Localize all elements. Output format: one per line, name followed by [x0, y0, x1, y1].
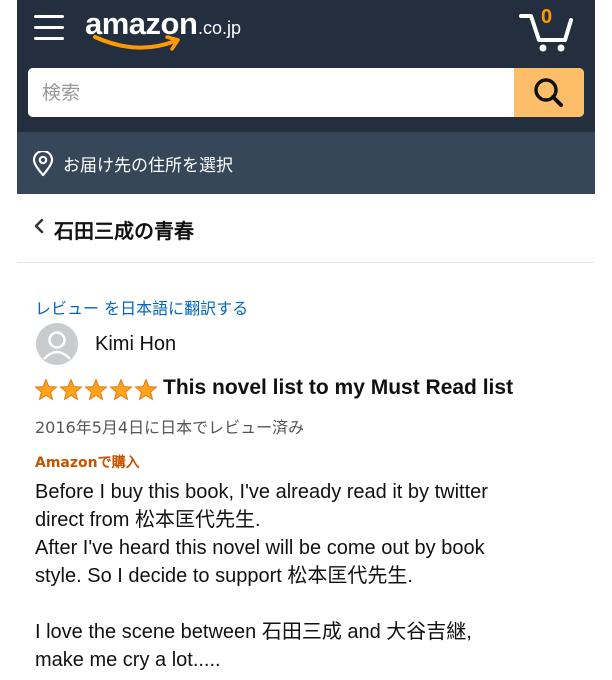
search-icon — [534, 78, 563, 107]
product-title: 石田三成の青春 — [54, 219, 194, 243]
menu-button[interactable] — [34, 13, 66, 43]
user-silhouette-icon — [43, 331, 71, 360]
search-button[interactable] — [514, 68, 584, 117]
review-body-line: style. So I decide to support 松本匡代先生. — [35, 565, 413, 587]
review-body: Before I buy this book, I've already rea… — [35, 478, 591, 674]
menu-icon-bar-bottom — [34, 37, 64, 40]
review-body-line: make me cry a lot..... — [35, 649, 221, 671]
avatar — [36, 323, 78, 365]
review-date: 2016年5月4日に日本でレビュー済み — [35, 418, 305, 437]
delivery-address-bar[interactable]: お届け先の住所を選択 — [17, 132, 595, 194]
translate-review-link[interactable]: レビュー を日本語に翻訳する — [35, 295, 248, 319]
breadcrumb-back-link[interactable]: 石田三成の青春 — [17, 194, 595, 263]
delivery-address-label: お届け先の住所を選択 — [63, 156, 233, 176]
star-icon — [34, 379, 58, 401]
review-body-line — [35, 590, 591, 618]
star-icon — [134, 379, 158, 401]
review-body-line: After I've heard this novel will be come… — [35, 537, 485, 559]
review-body-line: I love the scene between 石田三成 and 大谷吉継, — [35, 621, 472, 643]
logo-smile-icon — [93, 35, 180, 51]
top-header: amazon .co.jp 0 — [17, 0, 595, 132]
cart-count: 0 — [541, 6, 553, 28]
review-title[interactable]: This novel list to my Must Read list — [163, 376, 513, 400]
menu-icon-bar-middle — [34, 26, 64, 29]
app-screen: amazon .co.jp 0 検索 お届け先の住所を選択 石田三成の青春 レビ… — [17, 0, 595, 680]
star-icon — [109, 379, 133, 401]
location-pin-icon — [32, 151, 54, 177]
amazon-logo[interactable]: amazon .co.jp — [85, 4, 285, 52]
reviewer-name[interactable]: Kimi Hon — [95, 333, 176, 356]
star-rating[interactable] — [34, 379, 162, 401]
verified-purchase-badge: Amazonで購入 — [35, 455, 140, 471]
search-bar — [28, 68, 584, 117]
review-body-line: direct from 松本匡代先生. — [35, 509, 261, 531]
star-icon — [59, 379, 83, 401]
menu-icon-bar-top — [34, 15, 64, 18]
review-body-line: Before I buy this book, I've already rea… — [35, 481, 488, 503]
star-icon — [84, 379, 108, 401]
chevron-left-icon — [34, 218, 44, 234]
cart-button[interactable]: 0 — [519, 6, 577, 52]
logo-suffix: .co.jp — [198, 18, 242, 38]
search-input[interactable] — [28, 68, 514, 117]
